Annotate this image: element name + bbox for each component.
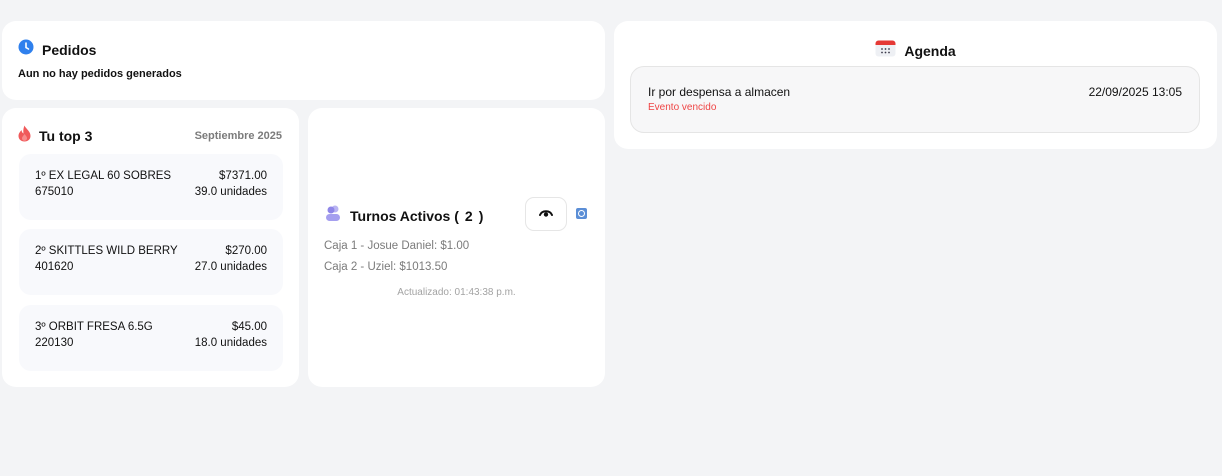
pedidos-header: Pedidos [18,39,96,60]
product-price: $270.00 [225,245,267,257]
turnos-title-suffix: ) [478,207,484,224]
agenda-title: Agenda [904,42,956,59]
product-units: 18.0 unidades [194,337,267,349]
product-units: 27.0 unidades [194,261,267,273]
product-code: 220130 [35,337,74,349]
top3-card: Tu top 3 Septiembre 2025 1º EX LEGAL 60 … [2,108,299,387]
caja-item: Caja 2 - Uziel: $1013.50 [324,261,448,273]
users-icon [324,204,342,227]
agenda-event[interactable]: Ir por despensa a almacen 22/09/2025 13:… [630,66,1200,133]
turnos-card: Turnos Activos ( 2) Caja 1 - Josue Daniel… [308,108,605,387]
top-product-item[interactable]: 2º SKITTLES WILD BERRY $270.00 401620 27… [19,229,283,295]
refresh-icon[interactable] [576,208,587,219]
calendar-icon [875,39,896,62]
product-name: 1º EX LEGAL 60 SOBRES [35,170,172,182]
updated-timestamp: Actualizado: 01:43:38 p.m. [397,287,516,298]
pedidos-empty-text: Aun no hay pedidos generados [18,68,182,80]
view-turnos-button[interactable] [525,197,567,231]
product-price: $7371.00 [219,170,267,182]
top3-period: Septiembre 2025 [194,130,282,142]
top3-header: Tu top 3 Septiembre 2025 [18,125,282,147]
fire-icon [18,125,31,147]
clock-icon [18,39,34,60]
agenda-card: Agenda Ir por despensa a almacen 22/09/2… [614,21,1217,149]
product-units: 39.0 unidades [194,186,267,198]
product-name: 3º ORBIT FRESA 6.5G [35,321,153,333]
event-status: Evento vencido [648,102,717,113]
pedidos-title: Pedidos [42,41,97,58]
turnos-count: 2 [464,207,473,224]
top3-title: Tu top 3 [39,128,93,144]
product-price: $45.00 [231,321,267,333]
product-code: 401620 [35,261,74,273]
product-code: 675010 [35,186,74,198]
product-name: 2º SKITTLES WILD BERRY [35,245,178,257]
agenda-header: Agenda [614,39,1217,62]
turnos-title-prefix: Turnos Activos ( [350,207,459,224]
turnos-header: Turnos Activos ( 2) [324,204,483,227]
event-name: Ir por despensa a almacen [648,85,791,99]
turnos-title: Turnos Activos ( 2) [350,208,483,224]
eye-icon [539,205,553,223]
top-product-item[interactable]: 3º ORBIT FRESA 6.5G $45.00 220130 18.0 u… [19,305,283,371]
event-date: 22/09/2025 13:05 [1088,85,1182,99]
top-product-item[interactable]: 1º EX LEGAL 60 SOBRES $7371.00 675010 39… [19,154,283,220]
pedidos-card: Pedidos Aun no hay pedidos generados [2,21,605,100]
caja-item: Caja 1 - Josue Daniel: $1.00 [324,240,470,252]
